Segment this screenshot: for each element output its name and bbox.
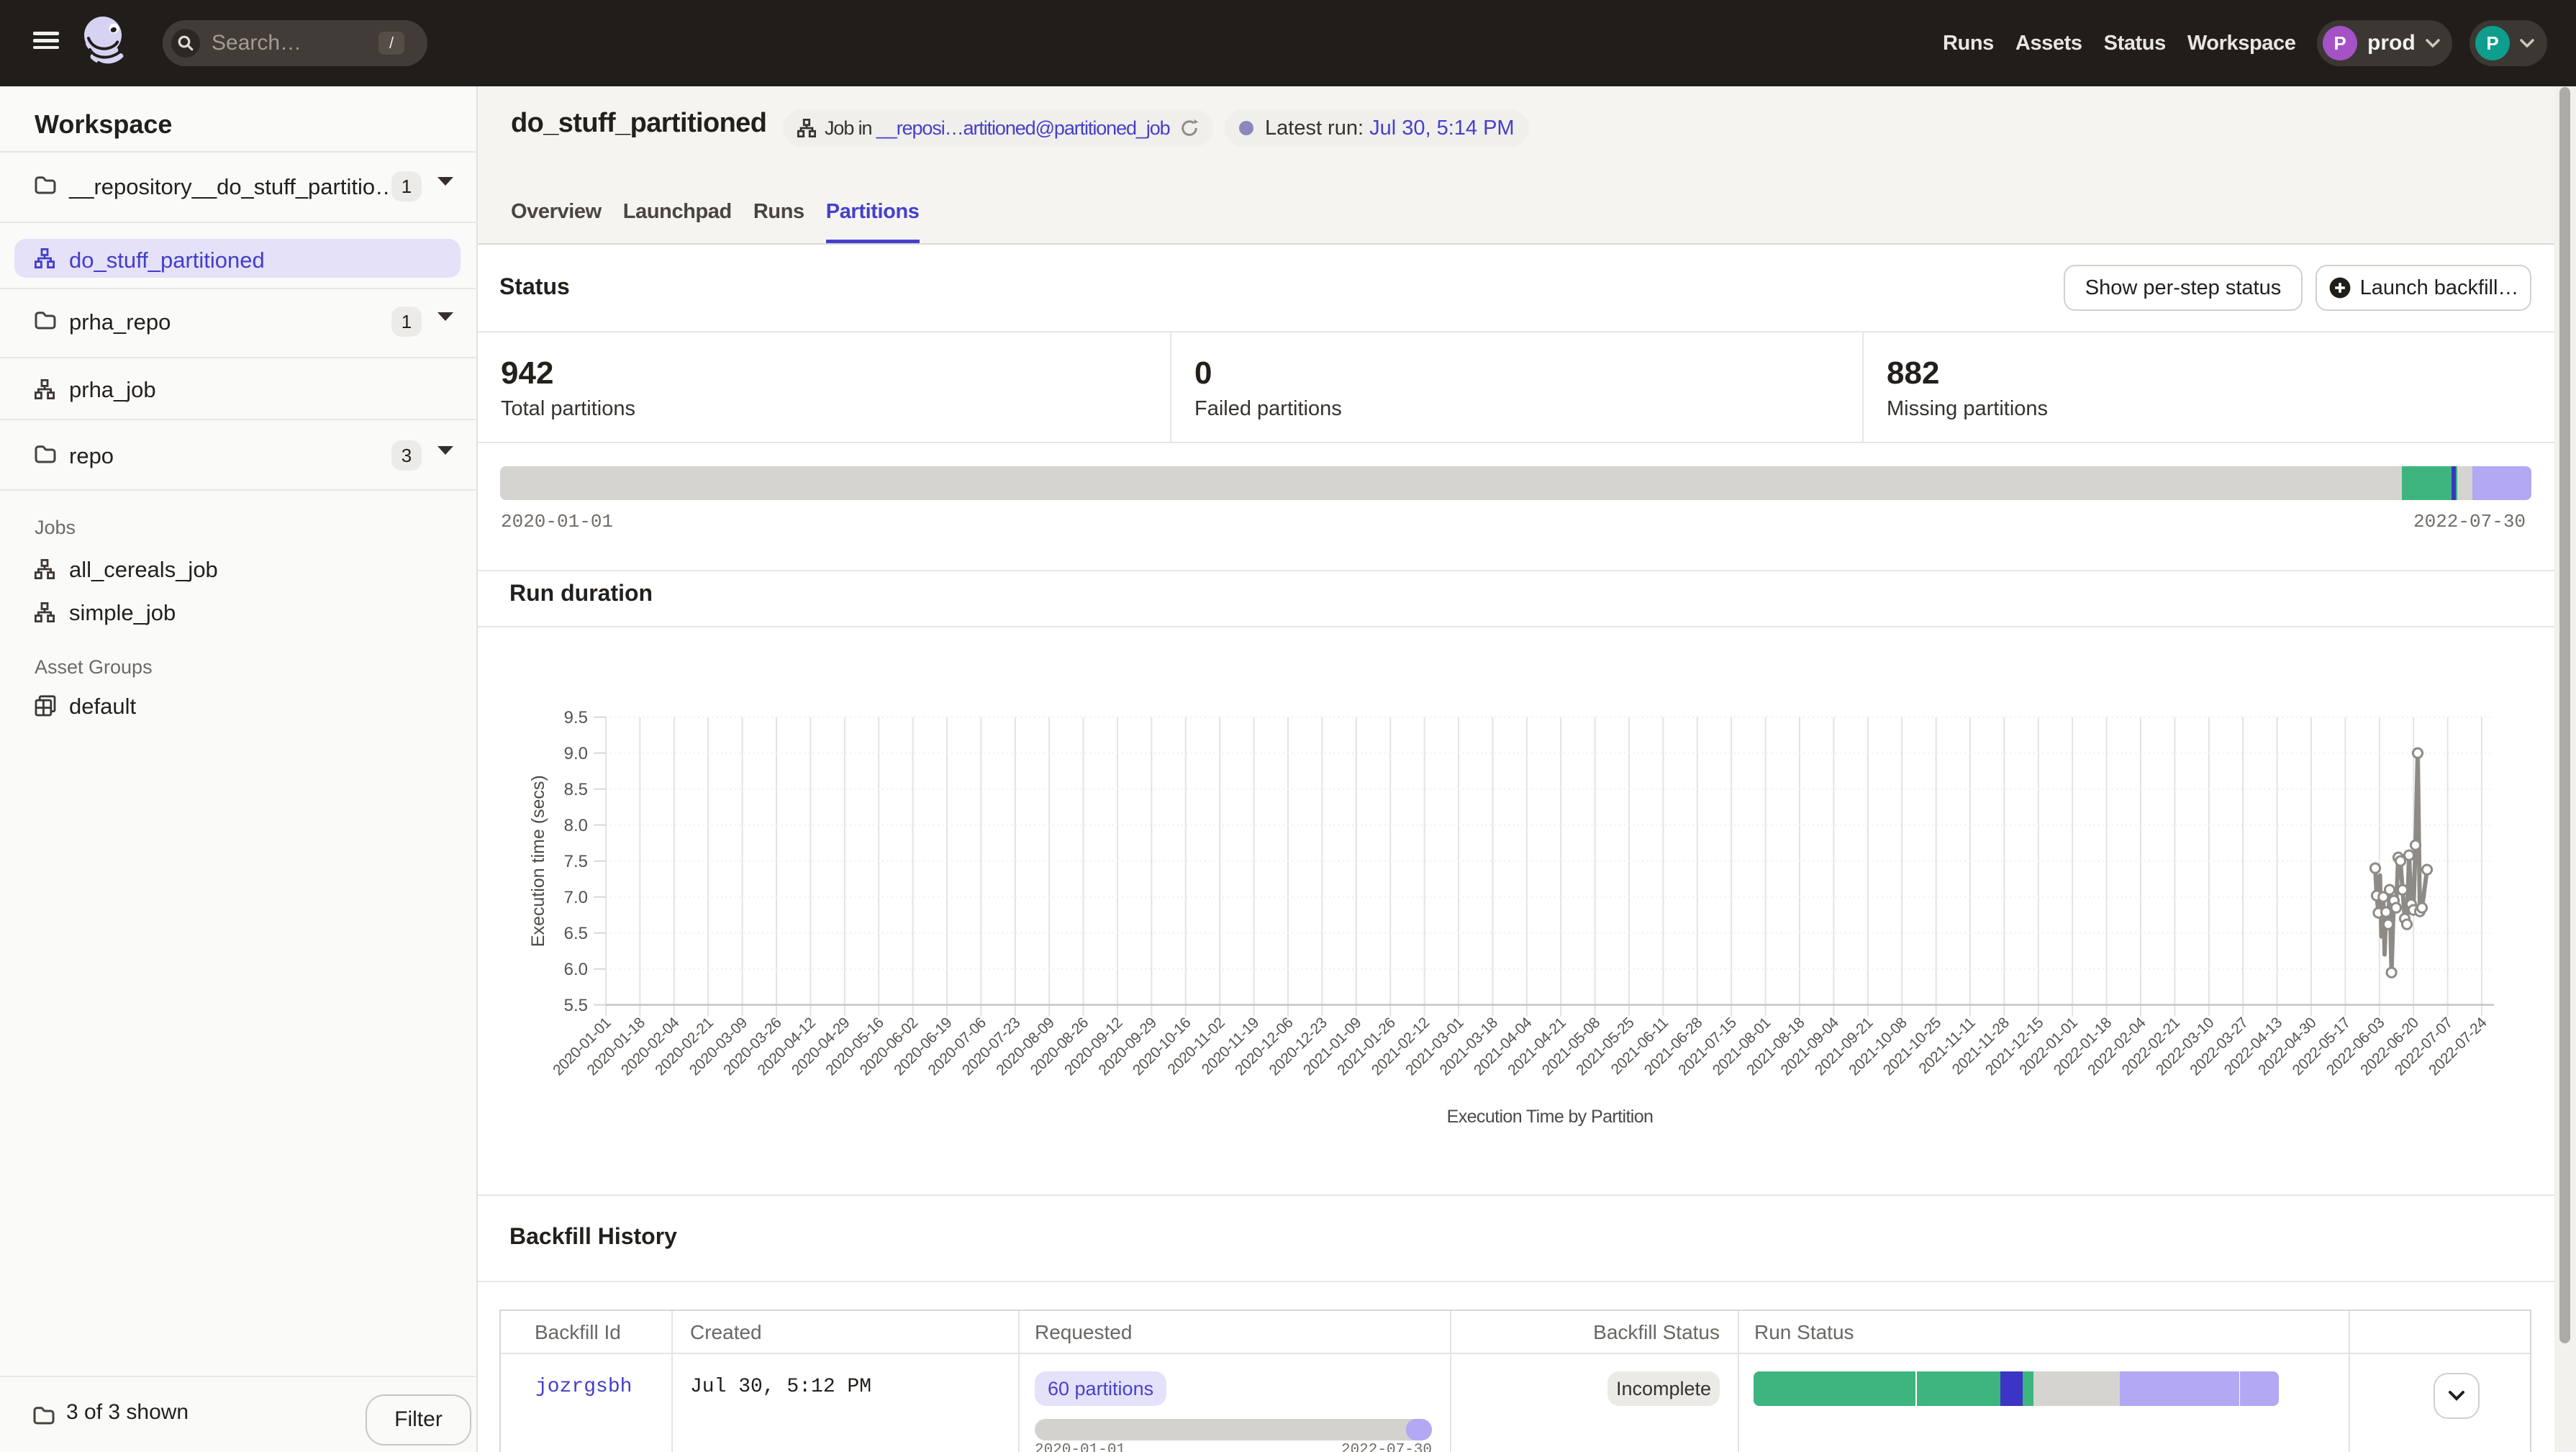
svg-text:8.5: 8.5 [564,780,588,799]
svg-text:8.0: 8.0 [564,816,588,835]
svg-text:5.5: 5.5 [564,996,588,1015]
svg-text:6.5: 6.5 [564,924,588,943]
svg-text:7.5: 7.5 [564,852,588,871]
svg-text:Execution Time by Partition: Execution Time by Partition [1447,1107,1654,1127]
svg-text:6.0: 6.0 [564,960,588,979]
svg-text:9.5: 9.5 [564,708,588,727]
svg-text:7.0: 7.0 [564,888,588,907]
svg-text:Execution time (secs): Execution time (secs) [528,775,548,947]
svg-text:9.0: 9.0 [564,744,588,763]
